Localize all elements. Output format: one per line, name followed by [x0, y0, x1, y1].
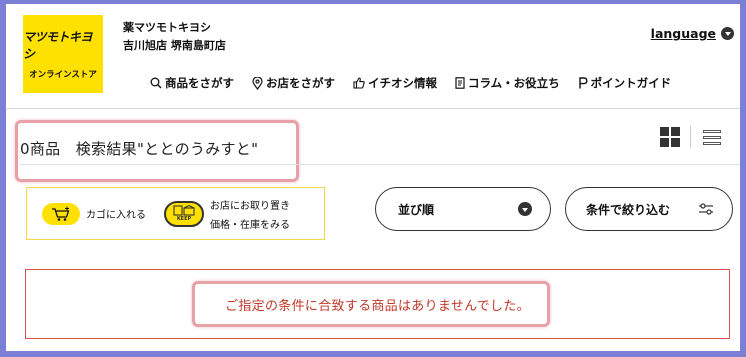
logo-wordmark: マツモトキヨシ	[23, 30, 93, 61]
store-name[interactable]: 吉川旭店 堺南島町店	[123, 37, 226, 53]
store-brand: 薬マツモトキヨシ	[123, 21, 211, 34]
sort-button[interactable]: 並び順	[375, 187, 551, 231]
nav-item-featured[interactable]: イチオシ情報	[353, 75, 437, 91]
legend-keep-line1: お店にお取り置き	[210, 200, 290, 212]
chevron-down-icon	[518, 202, 532, 216]
logo-subtitle: オンラインストア	[29, 70, 97, 80]
search-icon	[150, 77, 162, 89]
view-toggle-separator	[690, 126, 691, 148]
legend-keep-line2: 価格・在庫をみる	[210, 219, 290, 231]
results-divider	[20, 164, 740, 165]
highlight-box-results-title	[15, 120, 299, 182]
legend-cart-label: カゴに入れる	[86, 210, 146, 221]
nav-item-label: イチオシ情報	[368, 76, 437, 90]
legend-cart: カゴに入れる	[42, 202, 146, 225]
map-pin-icon	[252, 76, 263, 90]
keep-icon-text: KEEP	[176, 216, 192, 222]
keep-icon: KEEP	[164, 200, 204, 227]
store-logo[interactable]: マツモトキヨシ オンラインストア	[23, 15, 103, 93]
list-view-icon[interactable]	[703, 129, 721, 145]
sort-label: 並び順	[398, 202, 435, 217]
nav-item-label: 商品をさがす	[165, 76, 234, 90]
icon-legend: カゴに入れる KEEP お店にお取り置き 価格・在庫をみる	[26, 187, 325, 240]
nav-item-column[interactable]: コラム・お役立ち	[455, 75, 560, 91]
grid-view-icon[interactable]	[660, 127, 680, 147]
highlight-box-notice	[192, 281, 550, 327]
nav-item-products[interactable]: 商品をさがす	[150, 75, 234, 91]
language-label: language	[650, 26, 716, 41]
filter-label: 条件で絞り込む	[586, 202, 671, 217]
thumbs-up-icon	[353, 77, 365, 89]
sliders-icon	[699, 203, 713, 215]
cart-icon	[42, 202, 80, 225]
main-nav: 商品をさがす お店をさがす イチオシ情報 コラム・お役立ち ポイントガイド	[150, 75, 671, 91]
page-frame: マツモトキヨシ オンラインストア 薬マツモトキヨシ 吉川旭店 堺南島町店 lan…	[6, 4, 740, 351]
document-icon	[455, 77, 465, 89]
header-divider	[6, 108, 740, 109]
legend-keep: KEEP お店にお取り置き 価格・在庫をみる	[164, 197, 290, 231]
point-icon	[578, 77, 588, 89]
language-selector[interactable]: language	[651, 26, 734, 41]
nav-item-stores[interactable]: お店をさがす	[252, 75, 335, 91]
view-toggle	[660, 126, 721, 148]
filter-button[interactable]: 条件で絞り込む	[565, 187, 733, 231]
nav-item-label: ポイントガイド	[590, 76, 672, 90]
nav-item-points[interactable]: ポイントガイド	[578, 75, 672, 91]
nav-item-label: お店をさがす	[266, 76, 335, 90]
chevron-down-icon	[721, 27, 734, 40]
nav-item-label: コラム・お役立ち	[468, 76, 560, 90]
